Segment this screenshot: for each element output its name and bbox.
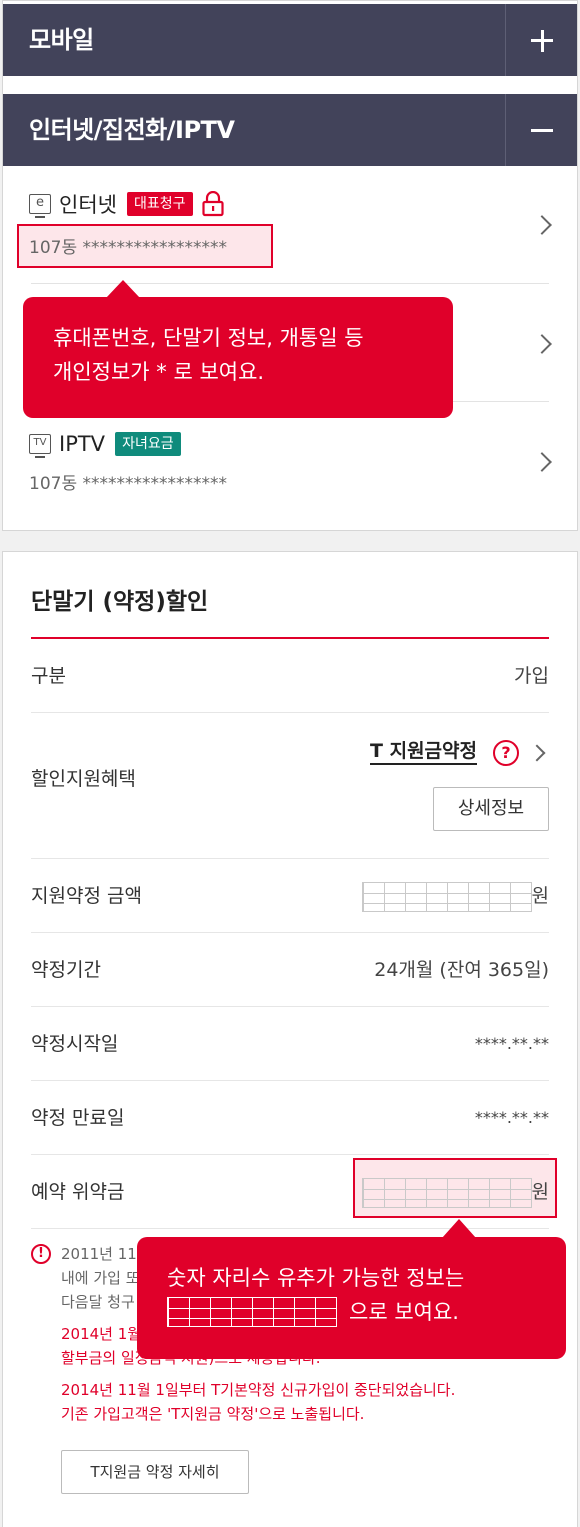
service-item-iptv[interactable]: TV IPTV 자녀요금 107동 ***************** [3, 403, 577, 521]
tooltip-line: 개인정보가 * 로 보여요. [53, 360, 265, 384]
tooltip-line: 휴대폰번호, 단말기 정보, 개통일 등 [53, 326, 364, 350]
lock-icon [201, 191, 224, 217]
chevron-right-icon[interactable] [532, 452, 552, 472]
tooltip-line: 숫자 자리수 유추가 가능한 정보는 [167, 1266, 465, 1290]
row-support-amount: 지원약정 금액 원 [31, 859, 549, 933]
masked-digits-sample [167, 1297, 337, 1327]
help-icon[interactable]: ? [493, 740, 519, 766]
screen: 모바일 인터넷/집전화/IPTV e 인터넷 대표청구 107동 *******… [0, 0, 580, 1527]
family-plan-badge: 자녀요금 [115, 432, 181, 456]
row-label: 약정 만료일 [31, 1107, 125, 1129]
plus-icon[interactable] [505, 4, 577, 76]
discount-card: 단말기 (약정)할인 구분 가입 할인지원혜택 T 지원금약정 ? 상세정보 지… [2, 551, 578, 1527]
section-title: 단말기 (약정)할인 [31, 589, 209, 615]
service-number: 107동 ***************** [29, 474, 227, 494]
benefit-link[interactable]: T 지원금약정 [370, 739, 477, 765]
row-penalty: 예약 위약금 원 [31, 1155, 557, 1229]
tooltip-line: 으로 보여요. [349, 1300, 459, 1324]
row-end-date: 약정 만료일 ****.**.** [31, 1081, 549, 1155]
accordion-internet-title: 인터넷/집전화/IPTV [29, 116, 235, 144]
row-value: 원 [361, 859, 549, 933]
service-name: 인터넷 [59, 193, 117, 217]
service-item-internet[interactable]: e 인터넷 대표청구 107동 ***************** [3, 167, 577, 285]
accordion-mobile-title: 모바일 [29, 26, 94, 54]
privacy-tooltip: 휴대폰번호, 단말기 정보, 개통일 등 개인정보가 * 로 보여요. [23, 297, 453, 418]
note-text: 기존 가입고객은 'T지원금 약정'으로 노출됩니다. [61, 1405, 365, 1423]
row-label: 지원약정 금액 [31, 885, 142, 907]
accordion-mobile[interactable]: 모바일 [3, 4, 577, 76]
row-type: 구분 가입 [31, 639, 549, 713]
internet-icon: e [29, 194, 51, 218]
row-value: 24개월 (잔여 365일) [374, 959, 549, 981]
masked-digits [361, 1177, 532, 1208]
masking-tooltip: 숫자 자리수 유추가 가능한 정보는 으로 보여요. [137, 1237, 566, 1359]
info-icon: ! [31, 1244, 51, 1264]
row-value: 가입 [514, 665, 549, 687]
accordion-internet[interactable]: 인터넷/집전화/IPTV [3, 94, 577, 166]
row-value: ****.**.** [474, 1108, 549, 1127]
product-card: 모바일 인터넷/집전화/IPTV e 인터넷 대표청구 107동 *******… [2, 0, 578, 531]
currency-unit: 원 [531, 1181, 549, 1203]
tooltip-arrow [442, 1219, 476, 1238]
row-value: ****.**.** [474, 1034, 549, 1053]
row-period: 약정기간 24개월 (잔여 365일) [31, 933, 549, 1007]
chevron-right-icon[interactable] [532, 334, 552, 354]
row-start-date: 약정시작일 ****.**.** [31, 1007, 549, 1081]
row-value: 원 [361, 1155, 549, 1229]
detail-button[interactable]: 상세정보 [433, 787, 549, 831]
row-label: 약정시작일 [31, 1033, 119, 1055]
minus-icon[interactable] [505, 94, 577, 166]
row-label: 구분 [31, 665, 66, 687]
service-number: 107동 ***************** [29, 238, 227, 258]
tv-icon: TV [29, 434, 51, 458]
note-text: 2014년 11월 1일부터 T기본약정 신규가입이 중단되었습니다. [61, 1381, 456, 1399]
row-label: 예약 위약금 [31, 1181, 125, 1203]
row-label: 약정기간 [31, 959, 101, 981]
billing-badge: 대표청구 [126, 192, 193, 216]
chevron-right-icon[interactable] [528, 744, 546, 762]
row-label: 할인지원혜택 [31, 768, 136, 790]
t-support-detail-button[interactable]: T지원금 약정 자세히 [61, 1450, 249, 1494]
currency-unit: 원 [531, 885, 549, 907]
masked-digits [361, 881, 532, 912]
tooltip-arrow [106, 280, 140, 298]
service-name: IPTV [59, 432, 106, 456]
chevron-right-icon[interactable] [532, 215, 552, 235]
row-benefit: 할인지원혜택 T 지원금약정 ? 상세정보 [31, 713, 549, 859]
